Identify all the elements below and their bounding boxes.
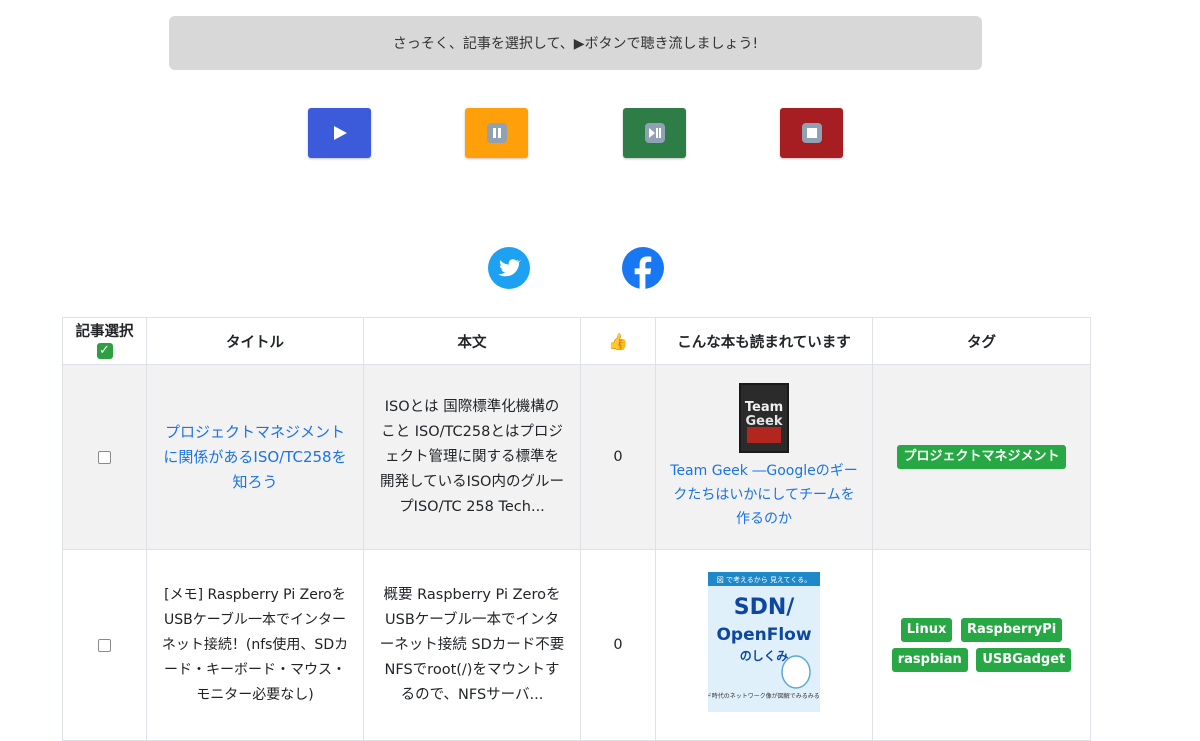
instruction-banner: さっそく、記事を選択して、▶ボタンで聴き流しましょう! xyxy=(169,16,982,70)
check-mark-icon: ✓ xyxy=(96,343,113,359)
thumbs-up-icon: 👍 xyxy=(608,331,628,351)
body-cell: ISOとは 国際標準化機構のこと ISO/TC258とはプロジェクト管理に関する… xyxy=(363,364,581,550)
header-title: タイトル xyxy=(146,317,364,365)
stop-icon xyxy=(801,123,822,143)
tag-badge[interactable]: RaspberryPi xyxy=(961,618,1063,642)
header-select: 記事選択 ✓ xyxy=(62,317,147,365)
play-button[interactable] xyxy=(308,108,371,158)
table-row: [メモ] Raspberry Pi ZeroをUSBケーブル一本でインターネット… xyxy=(62,549,1091,741)
play-pause-icon xyxy=(644,123,665,143)
book-title-link[interactable]: Team Geek ―Googleのギークたちはいかにしてチームを作るのか xyxy=(670,463,857,527)
facebook-icon xyxy=(622,247,664,293)
book-cover-image[interactable]: Team Geek xyxy=(739,383,789,453)
twitter-share-button[interactable] xyxy=(488,247,530,289)
play-pause-button[interactable] xyxy=(623,108,686,158)
banner-text: さっそく、記事を選択して、▶ボタンで聴き流しましょう! xyxy=(392,36,759,52)
book-cell: 図 で考えるから 見えてくる。 SDN/ OpenFlow のしくみ クラウド時… xyxy=(655,549,873,741)
tag-badge[interactable]: プロジェクトマネジメント xyxy=(897,445,1066,469)
tag-badge[interactable]: Linux xyxy=(900,618,953,642)
play-icon xyxy=(332,125,348,141)
header-select-label: 記事選択 xyxy=(75,324,134,340)
article-checkbox[interactable] xyxy=(98,638,111,652)
table-row: プロジェクトマネジメントに関係があるISO/TC258を知ろう ISOとは 国際… xyxy=(62,364,1091,550)
like-count: 0 xyxy=(613,637,623,653)
header-body: 本文 xyxy=(363,317,581,365)
article-checkbox[interactable] xyxy=(98,450,111,464)
likes-cell: 0 xyxy=(580,549,656,741)
tag-badge[interactable]: raspbian xyxy=(891,648,968,672)
articles-table: 記事選択 ✓ タイトル 本文 👍 こんな本も読まれています タグ プロジェクトマ… xyxy=(62,317,1091,741)
facebook-share-button[interactable] xyxy=(622,247,664,289)
book-cover-title-2: OpenFlow xyxy=(716,625,811,645)
book-cover-image[interactable]: 図 で考えるから 見えてくる。 SDN/ OpenFlow のしくみ クラウド時… xyxy=(708,572,820,712)
book-cell: Team Geek Team Geek ―Googleのギークたちはいかにしてチ… xyxy=(655,364,873,550)
title-cell: [メモ] Raspberry Pi ZeroをUSBケーブル一本でインターネット… xyxy=(146,549,364,741)
tags-cell: Linux RaspberryPi raspbian USBGadget xyxy=(872,549,1091,741)
table-header-row: 記事選択 ✓ タイトル 本文 👍 こんな本も読まれています タグ xyxy=(62,317,1091,365)
like-count: 0 xyxy=(613,449,623,465)
title-cell: プロジェクトマネジメントに関係があるISO/TC258を知ろう xyxy=(146,364,364,550)
article-excerpt: 概要 Raspberry Pi ZeroをUSBケーブル一本でインターネット接続… xyxy=(379,586,565,703)
likes-cell: 0 xyxy=(580,364,656,550)
book-cover-title-3: のしくみ xyxy=(740,649,788,663)
select-cell xyxy=(62,549,147,741)
pause-button[interactable] xyxy=(465,108,528,158)
header-books: こんな本も読まれています xyxy=(655,317,873,365)
pause-icon xyxy=(486,123,507,143)
twitter-icon xyxy=(488,247,530,293)
stop-button[interactable] xyxy=(780,108,843,158)
body-cell: 概要 Raspberry Pi ZeroをUSBケーブル一本でインターネット接続… xyxy=(363,549,581,741)
tags-cell: プロジェクトマネジメント xyxy=(872,364,1091,550)
header-likes: 👍 xyxy=(580,317,656,365)
header-tags: タグ xyxy=(872,317,1091,365)
select-cell xyxy=(62,364,147,550)
book-cover-header: 図 で考えるから 見えてくる。 xyxy=(717,576,812,584)
book-cover-title-1: SDN/ xyxy=(734,595,796,620)
article-excerpt: ISOとは 国際標準化機構のこと ISO/TC258とはプロジェクト管理に関する… xyxy=(380,398,564,515)
book-cover-footer: クラウド時代のネットワーク像が図解でみるみるわかる! xyxy=(708,692,820,700)
tag-badge[interactable]: USBGadget xyxy=(976,648,1072,672)
book-cover-title-2: Geek xyxy=(746,414,783,429)
article-title[interactable]: [メモ] Raspberry Pi ZeroをUSBケーブル一本でインターネット… xyxy=(161,583,349,708)
book-cover-title-1: Team xyxy=(745,400,783,415)
article-title-link[interactable]: プロジェクトマネジメントに関係があるISO/TC258を知ろう xyxy=(163,423,346,491)
